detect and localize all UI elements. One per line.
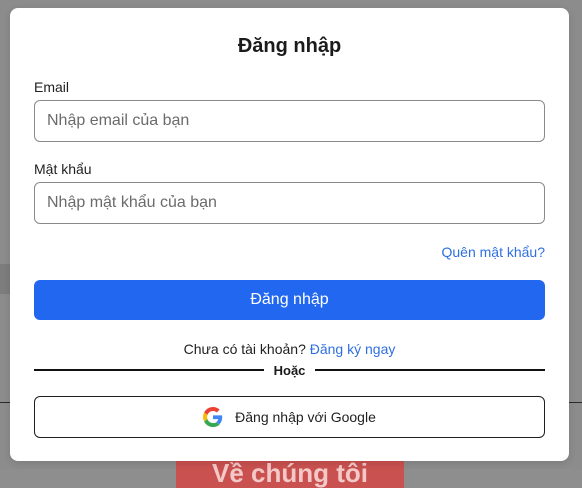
divider-line-left xyxy=(34,369,264,371)
forgot-password-link[interactable]: Quên mật khẩu? xyxy=(441,244,545,260)
signup-prompt-text: Chưa có tài khoản? xyxy=(183,341,306,357)
email-input[interactable] xyxy=(34,100,545,142)
background-banner: Về chúng tôi xyxy=(176,458,404,488)
modal-title: Đăng nhập xyxy=(237,35,342,57)
google-login-button[interactable]: Đăng nhập với Google xyxy=(34,396,545,438)
signup-prompt: Chưa có tài khoản? Đăng ký ngay xyxy=(10,341,569,357)
google-login-label: Đăng nhập với Google xyxy=(235,409,376,425)
login-button[interactable]: Đăng nhập xyxy=(34,280,545,320)
login-modal: Đăng nhập Email Mật khẩu Quên mật khẩu? … xyxy=(10,8,569,461)
password-label: Mật khẩu xyxy=(34,161,92,177)
background-content-edge xyxy=(0,264,10,294)
divider-text: Hoặc xyxy=(273,362,306,378)
email-label: Email xyxy=(34,79,70,95)
password-input[interactable] xyxy=(34,182,545,224)
google-logo-icon xyxy=(203,407,223,427)
or-divider: Hoặc xyxy=(34,362,546,378)
signup-link[interactable]: Đăng ký ngay xyxy=(310,341,396,357)
divider-line-right xyxy=(315,369,546,371)
